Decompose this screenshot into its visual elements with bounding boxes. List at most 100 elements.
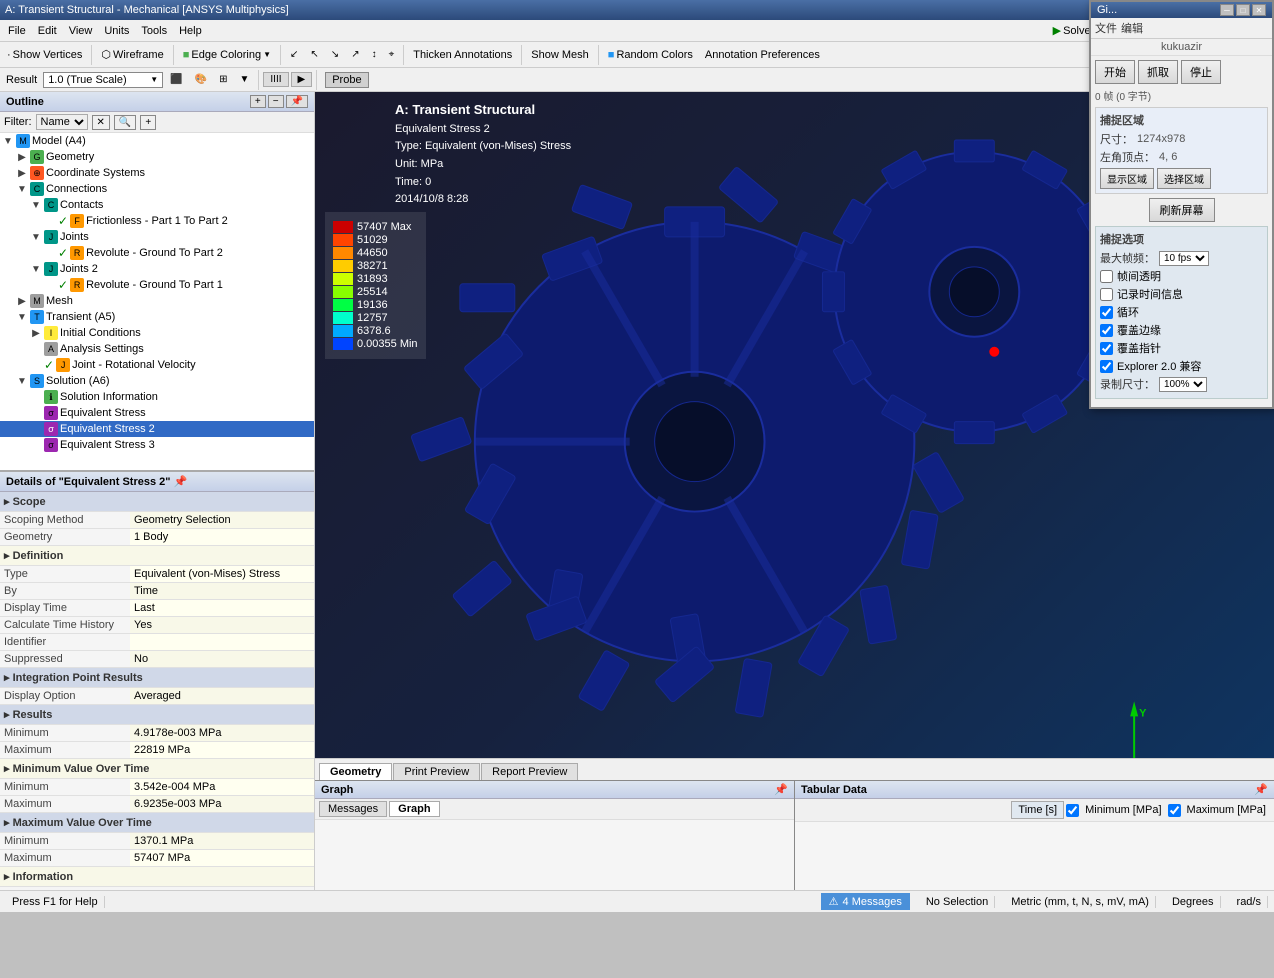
- tree-item-model[interactable]: ▼ M Model (A4): [0, 133, 314, 149]
- tree-item-connections[interactable]: ▼ C Connections: [0, 181, 314, 197]
- axes-indicator: Y Z: [1130, 701, 1192, 758]
- capture-fps-select[interactable]: 10 fps 5 fps 15 fps: [1159, 251, 1209, 266]
- show-mesh-btn[interactable]: Show Mesh: [526, 46, 593, 64]
- tab-report-preview[interactable]: Report Preview: [481, 763, 578, 780]
- tree-item-contacts[interactable]: ▼ C Contacts: [0, 197, 314, 213]
- result-icon-btn[interactable]: ⬛: [165, 71, 187, 88]
- capture-maximize-btn[interactable]: □: [1236, 4, 1250, 16]
- capture-cover-pointer-check[interactable]: [1100, 342, 1113, 355]
- tabular-panel-pin[interactable]: 📌: [1254, 783, 1268, 796]
- menu-edit[interactable]: Edit: [32, 23, 63, 39]
- annotation-pref-btn[interactable]: Annotation Preferences: [700, 46, 825, 64]
- expand-icon-coord[interactable]: ▶: [16, 168, 28, 179]
- tree-item-analysis-settings[interactable]: A Analysis Settings: [0, 341, 314, 357]
- filter-search-btn[interactable]: 🔍: [114, 115, 136, 130]
- arrow-btn-1[interactable]: ↙: [285, 46, 303, 63]
- capture-loop-check[interactable]: [1100, 306, 1113, 319]
- expand-icon-mesh[interactable]: ▶: [16, 296, 28, 307]
- arrow-btn-4[interactable]: ↗: [346, 46, 364, 63]
- details-section-information: ▸ Information: [0, 867, 314, 887]
- tree-item-transient[interactable]: ▼ T Transient (A5): [0, 309, 314, 325]
- tabular-panel-header: Tabular Data 📌: [795, 781, 1274, 799]
- capture-stop-btn[interactable]: 停止: [1181, 60, 1221, 84]
- tree-item-coord[interactable]: ▶ ⊕ Coordinate Systems: [0, 165, 314, 181]
- tabular-max-check[interactable]: [1168, 804, 1181, 817]
- tabular-min-check[interactable]: [1066, 804, 1079, 817]
- arrow-btn-5[interactable]: ↕: [367, 46, 382, 63]
- result-arrow-btn[interactable]: ▼: [234, 71, 254, 88]
- tree-item-initial[interactable]: ▶ I Initial Conditions: [0, 325, 314, 341]
- expand-icon-connections[interactable]: ▼: [16, 184, 28, 195]
- tree-item-revolute1[interactable]: ✓ R Revolute - Ground To Part 2: [0, 245, 314, 261]
- filter-select[interactable]: Name: [36, 114, 88, 130]
- expand-icon-model[interactable]: ▼: [2, 136, 14, 147]
- capture-record-time-check[interactable]: [1100, 288, 1113, 301]
- result-range-btn[interactable]: ⊞: [214, 71, 232, 88]
- outline-collapse-btn[interactable]: −: [268, 95, 284, 108]
- tree-item-eq-stress3[interactable]: σ Equivalent Stress 3: [0, 437, 314, 453]
- capture-options-title: 捕捉选项: [1100, 231, 1263, 247]
- expand-icon-initial[interactable]: ▶: [30, 328, 42, 339]
- tab-print-preview[interactable]: Print Preview: [393, 763, 480, 780]
- tab-messages[interactable]: Messages: [319, 801, 387, 817]
- menu-file[interactable]: File: [2, 23, 32, 39]
- expand-icon-joints2[interactable]: ▼: [30, 264, 42, 275]
- tree-item-eq-stress1[interactable]: σ Equivalent Stress: [0, 405, 314, 421]
- thicken-btn[interactable]: Thicken Annotations: [408, 46, 517, 64]
- eq-stress1-icon: σ: [44, 406, 58, 420]
- arrow-btn-3[interactable]: ↘: [326, 46, 344, 63]
- graph-panel-pin[interactable]: 📌: [774, 783, 788, 796]
- capture-show-area-btn[interactable]: 显示区域: [1100, 168, 1154, 189]
- result-color-btn[interactable]: 🎨: [190, 71, 212, 88]
- toolbar-sep-3: [280, 45, 281, 65]
- outline-expand-btn[interactable]: +: [250, 95, 266, 108]
- expand-icon-contacts[interactable]: ▼: [30, 200, 42, 211]
- expand-icon-geometry[interactable]: ▶: [16, 152, 28, 163]
- random-colors-btn[interactable]: ■ Random Colors: [603, 46, 698, 64]
- details-pin-btn[interactable]: 📌: [174, 476, 188, 488]
- menu-help[interactable]: Help: [173, 23, 208, 39]
- tree-item-solution[interactable]: ▼ S Solution (A6): [0, 373, 314, 389]
- show-vertices-btn[interactable]: · Show Vertices: [2, 46, 87, 64]
- capture-transparent-check[interactable]: [1100, 270, 1113, 283]
- menu-view[interactable]: View: [63, 23, 99, 39]
- capture-menu-edit[interactable]: 编辑: [1121, 20, 1143, 36]
- tree-item-geometry[interactable]: ▶ G Geometry: [0, 149, 314, 165]
- capture-start-btn[interactable]: 开始: [1095, 60, 1135, 84]
- result-dropdown[interactable]: 1.0 (True Scale) ▼: [43, 72, 163, 88]
- capture-record-size-select[interactable]: 100% 75% 50%: [1159, 377, 1207, 392]
- tree-item-joint-rot[interactable]: ✓ J Joint - Rotational Velocity: [0, 357, 314, 373]
- expand-icon-joints[interactable]: ▼: [30, 232, 42, 243]
- details-row-display-option: Display Option Averaged: [0, 688, 314, 705]
- tab-geometry[interactable]: Geometry: [319, 763, 392, 780]
- tree-item-mesh[interactable]: ▶ M Mesh: [0, 293, 314, 309]
- menu-units[interactable]: Units: [98, 23, 135, 39]
- capture-capture-btn[interactable]: 抓取: [1138, 60, 1178, 84]
- tree-item-revolute2[interactable]: ✓ R Revolute - Ground To Part 1: [0, 277, 314, 293]
- arrow-btn-2[interactable]: ↖: [305, 46, 323, 63]
- expand-icon-solution[interactable]: ▼: [16, 376, 28, 387]
- filter-clear-btn[interactable]: ✕: [92, 115, 110, 130]
- filter-add-btn[interactable]: +: [140, 115, 156, 130]
- tree-item-joints[interactable]: ▼ J Joints: [0, 229, 314, 245]
- capture-refresh-btn[interactable]: 刷新屏幕: [1149, 198, 1215, 222]
- snap-btn[interactable]: ⌖: [384, 46, 400, 63]
- outline-pin-btn[interactable]: 📌: [286, 95, 308, 108]
- capture-select-area-btn[interactable]: 选择区域: [1157, 168, 1211, 189]
- capture-topleft-value: 4, 6: [1159, 151, 1177, 163]
- capture-cover-edges-check[interactable]: [1100, 324, 1113, 337]
- tree-item-sol-info[interactable]: ℹ Solution Information: [0, 389, 314, 405]
- capture-minimize-btn[interactable]: ─: [1220, 4, 1234, 16]
- status-messages[interactable]: ⚠ 4 Messages: [821, 893, 910, 910]
- menu-tools[interactable]: Tools: [135, 23, 173, 39]
- tree-item-joints2[interactable]: ▼ J Joints 2: [0, 261, 314, 277]
- capture-explorer-check[interactable]: [1100, 360, 1113, 373]
- edge-coloring-btn[interactable]: ■ Edge Coloring ▼: [178, 46, 276, 64]
- tree-item-eq-stress2[interactable]: σ Equivalent Stress 2: [0, 421, 314, 437]
- capture-close-btn[interactable]: ✕: [1252, 4, 1266, 16]
- tree-item-frictionless[interactable]: ✓ F Frictionless - Part 1 To Part 2: [0, 213, 314, 229]
- expand-icon-transient[interactable]: ▼: [16, 312, 28, 323]
- tab-graph[interactable]: Graph: [389, 801, 439, 817]
- capture-menu-file[interactable]: 文件: [1095, 20, 1117, 36]
- wireframe-btn[interactable]: ⬡ Wireframe: [96, 45, 168, 64]
